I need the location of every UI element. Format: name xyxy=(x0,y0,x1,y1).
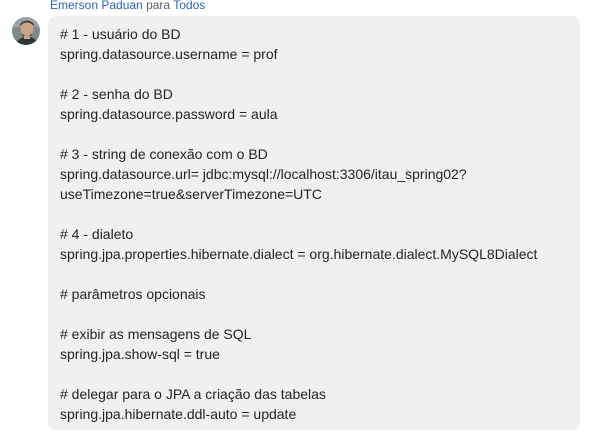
message-line: spring.jpa.hibernate.ddl-auto = update xyxy=(60,406,297,422)
message-line xyxy=(60,304,572,324)
message-line xyxy=(60,364,572,384)
message-line: # 1 - usuário do BD xyxy=(60,26,181,42)
message-bubble[interactable]: # 1 - usuário do BD spring.datasource.use… xyxy=(48,16,580,430)
message-header: Emerson Paduan para Todos xyxy=(50,0,205,12)
message-line: spring.jpa.show-sql = true xyxy=(60,346,220,362)
recipient-name[interactable]: Todos xyxy=(173,0,205,12)
message-line: # delegar para o JPA a criação das tabel… xyxy=(60,386,326,402)
message-body: # 1 - usuário do BD spring.datasource.use… xyxy=(60,24,572,424)
message-line: # parâmetros opcionais xyxy=(60,286,206,302)
message-line xyxy=(60,204,572,224)
message-line xyxy=(60,124,572,144)
message-line: # 3 - string de conexão com o BD xyxy=(60,146,268,162)
message-line: useTimezone=true&serverTimezone=UTC xyxy=(60,186,322,202)
to-label: para xyxy=(146,0,171,12)
avatar[interactable] xyxy=(12,17,40,45)
chat-message-view: Emerson Paduan para Todos # 1 - usuário … xyxy=(0,0,589,435)
message-line: spring.datasource.password = aula xyxy=(60,106,278,122)
message-line: # exibir as mensagens de SQL xyxy=(60,326,252,342)
message-line xyxy=(60,64,572,84)
message-line: spring.jpa.properties.hibernate.dialect … xyxy=(60,246,538,262)
message-line: # 4 - dialeto xyxy=(60,226,134,242)
sender-name[interactable]: Emerson Paduan xyxy=(50,0,143,12)
message-line: spring.datasource.username = prof xyxy=(60,46,278,62)
user-avatar-icon xyxy=(12,17,40,45)
message-line: # 2 - senha do BD xyxy=(60,86,173,102)
message-line: spring.datasource.url= jdbc:mysql://loca… xyxy=(60,166,467,182)
message-line xyxy=(60,264,572,284)
